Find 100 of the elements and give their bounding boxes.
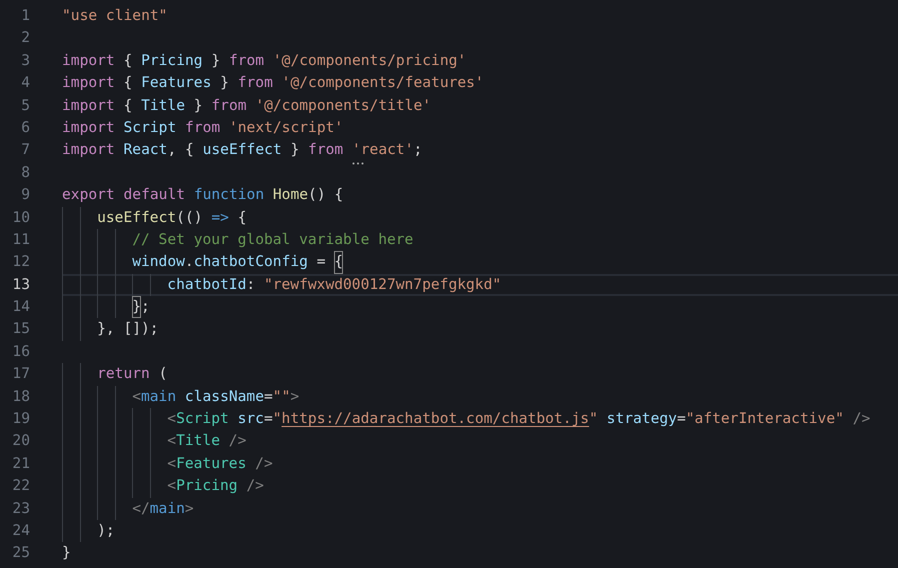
line-number: 15: [11, 319, 30, 340]
keyword: from: [211, 96, 248, 116]
string-literal: 'react': [352, 139, 414, 162]
string-literal: "afterInteractive": [686, 409, 844, 430]
punctuation: =: [316, 252, 327, 272]
line-number: 17: [11, 364, 30, 384]
punctuation: {: [236, 208, 246, 228]
keyword: =>: [211, 208, 229, 228]
line-number: 23: [11, 498, 30, 519]
punctuation: ;: [414, 140, 422, 160]
tag-bracket: </: [132, 498, 150, 519]
identifier: chatbotId: [167, 274, 246, 295]
punctuation: .: [184, 252, 194, 272]
code-comment: // Set your global variable here: [132, 230, 414, 250]
keyword: import: [62, 118, 116, 138]
identifier: React: [124, 140, 168, 160]
keyword: from: [228, 50, 266, 71]
line-number: 7: [20, 140, 30, 160]
keyword: from: [185, 118, 222, 138]
punctuation: =: [264, 386, 273, 407]
tag-bracket: />: [852, 409, 870, 430]
keyword: import: [62, 140, 116, 160]
string-literal: ": [272, 409, 282, 430]
tag-bracket: <: [167, 454, 176, 474]
keyword: function: [194, 185, 266, 206]
tag-bracket: <: [132, 386, 141, 407]
punctuation: (: [158, 364, 168, 384]
string-literal: '@/components/features': [282, 73, 484, 94]
string-literal: "rewfwxwd000127wn7pefgkgkd": [264, 274, 502, 295]
string-literal: "": [272, 386, 290, 407]
tag-bracket: <: [167, 409, 176, 430]
punctuation: {: [122, 73, 134, 94]
punctuation: }, []);: [97, 319, 159, 340]
line-number: 21: [11, 454, 30, 474]
string-literal: ": [589, 409, 599, 430]
keyword: default: [124, 185, 186, 206]
punctuation: =: [264, 409, 273, 430]
component-name: Script: [176, 409, 230, 430]
line-number: 11: [11, 230, 30, 250]
punctuation: ((): [176, 208, 204, 228]
tag-bracket: />: [228, 431, 246, 452]
punctuation: =: [676, 409, 686, 430]
line-number: 25: [11, 543, 30, 564]
matched-bracket: }: [132, 296, 141, 318]
keyword: import: [62, 73, 115, 94]
punctuation: {: [122, 96, 134, 116]
keyword: from: [238, 73, 274, 94]
component-name: Pricing: [176, 476, 238, 496]
punctuation: }: [219, 73, 230, 94]
identifier: Pricing: [141, 50, 203, 71]
attribute-name: strategy: [606, 409, 677, 430]
tag-bracket: >: [290, 386, 300, 407]
identifier: chatbotConfig: [194, 252, 308, 272]
line-number: 1: [20, 6, 30, 26]
string-literal: "use client": [62, 6, 168, 26]
attribute-name: src: [238, 409, 264, 430]
line-number: 5: [20, 96, 30, 116]
line-number: 6: [20, 118, 30, 138]
punctuation: {: [122, 50, 134, 71]
identifier: Script: [124, 118, 178, 138]
line-number: 20: [11, 431, 30, 452]
line-number: 9: [20, 185, 30, 206]
punctuation: }: [192, 96, 204, 116]
punctuation: }: [210, 50, 222, 71]
punctuation: , {: [167, 140, 195, 160]
line-number: 12: [11, 252, 30, 272]
punctuation: }: [62, 543, 71, 564]
function-name: useEffect: [97, 208, 176, 228]
function-name: Home: [272, 185, 308, 206]
url-link[interactable]: https://adarachatbot.com/chatbot.js: [282, 408, 590, 430]
component-name: Features: [176, 454, 246, 474]
keyword: from: [308, 140, 344, 160]
string-literal: '@/components/title': [255, 96, 432, 116]
tag-name: main: [150, 498, 185, 519]
line-number: 13: [11, 274, 30, 295]
hint-dots-icon[interactable]: [352, 162, 364, 165]
line-number: 14: [11, 297, 30, 318]
punctuation: () {: [308, 185, 344, 206]
identifier: Title: [141, 96, 186, 116]
tag-bracket: <: [167, 476, 176, 496]
keyword: return: [97, 364, 150, 384]
line-number: 18: [11, 386, 30, 407]
keyword: export: [62, 185, 116, 206]
tag-name: main: [140, 386, 178, 407]
line-number: 3: [20, 50, 30, 71]
matched-bracket: {: [334, 251, 344, 274]
line-number: 19: [11, 409, 30, 430]
string-literal: 'next/script': [228, 118, 344, 138]
line-number: 10: [11, 208, 30, 228]
identifier: Features: [141, 73, 212, 94]
line-number: 16: [11, 342, 30, 362]
identifier: window: [132, 252, 185, 272]
line-number: 2: [20, 28, 30, 48]
attribute-name: className: [184, 386, 264, 407]
tag-bracket: >: [184, 498, 194, 519]
line-number: 24: [11, 520, 30, 541]
identifier: useEffect: [202, 140, 282, 160]
punctuation: :: [246, 274, 256, 295]
tag-bracket: />: [245, 476, 264, 496]
line-number: 22: [11, 476, 30, 496]
